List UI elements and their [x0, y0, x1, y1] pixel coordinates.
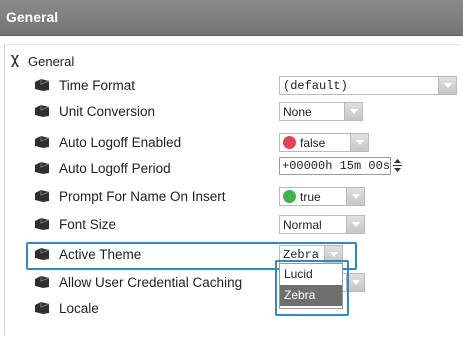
time-format-value: (default) — [283, 78, 348, 93]
property-row-auto-logoff-enabled[interactable]: Auto Logoff Enabled — [34, 132, 181, 152]
property-label: Auto Logoff Enabled — [59, 134, 182, 150]
wrench-icon — [11, 55, 19, 67]
chevron-down-icon[interactable] — [344, 103, 362, 120]
chevron-down-icon[interactable] — [350, 134, 368, 151]
property-label: Font Size — [59, 216, 117, 232]
auto-logoff-enabled-select[interactable]: false — [279, 133, 369, 152]
status-true-icon — [283, 190, 296, 203]
property-folder-icon — [35, 276, 50, 288]
property-label: Unit Conversion — [59, 103, 156, 119]
property-folder-icon — [35, 79, 50, 91]
property-label: Auto Logoff Period — [59, 160, 171, 176]
property-row-prompt-for-name[interactable]: Prompt For Name On Insert — [34, 186, 226, 206]
property-label: Time Format — [59, 77, 136, 93]
window-header: General — [0, 0, 463, 36]
time-format-select[interactable]: (default) — [279, 76, 457, 95]
header-title: General — [6, 9, 59, 25]
property-folder-icon — [35, 190, 50, 202]
tree-root-label: General — [28, 53, 75, 69]
property-row-unit-conversion[interactable]: Unit Conversion — [34, 101, 155, 121]
property-label: Active Theme — [59, 246, 142, 262]
property-folder-icon — [35, 162, 50, 174]
property-row-font-size[interactable]: Font Size — [34, 214, 116, 234]
property-row-active-theme[interactable]: Active Theme — [34, 244, 141, 264]
prompt-for-name-value: true — [300, 189, 321, 204]
status-false-icon — [283, 136, 296, 149]
unit-conversion-select[interactable]: None — [279, 102, 363, 121]
auto-logoff-period-input[interactable]: +00000h 15m 00s — [279, 157, 391, 175]
property-label: Locale — [59, 300, 99, 316]
property-folder-icon — [35, 136, 50, 148]
chevron-down-icon[interactable] — [346, 188, 364, 205]
property-folder-icon — [35, 218, 50, 230]
property-label: Allow User Credential Caching — [59, 274, 243, 290]
property-label: Prompt For Name On Insert — [59, 188, 226, 204]
font-size-value: Normal — [283, 217, 322, 232]
chevron-down-icon[interactable] — [438, 77, 456, 94]
property-row-time-format[interactable]: Time Format — [34, 75, 135, 95]
font-size-select[interactable]: Normal — [279, 215, 365, 234]
prompt-for-name-select[interactable]: true — [279, 187, 365, 206]
property-folder-icon — [35, 105, 50, 117]
spinner-icon[interactable] — [393, 158, 402, 173]
property-folder-icon — [35, 302, 50, 314]
auto-logoff-period-editor[interactable]: +00000h 15m 00s — [279, 157, 409, 176]
property-row-locale[interactable]: Locale — [34, 298, 99, 318]
property-row-allow-credential-caching[interactable]: Allow User Credential Caching — [34, 272, 242, 292]
auto-logoff-enabled-value: false — [300, 135, 326, 150]
chevron-down-icon[interactable] — [346, 216, 364, 233]
theme-dropdown-highlight — [275, 260, 349, 316]
unit-conversion-value: None — [283, 104, 312, 119]
property-row-auto-logoff-period[interactable]: Auto Logoff Period — [34, 158, 171, 178]
property-folder-icon — [35, 248, 50, 260]
tree-root-general[interactable]: General — [9, 52, 74, 70]
